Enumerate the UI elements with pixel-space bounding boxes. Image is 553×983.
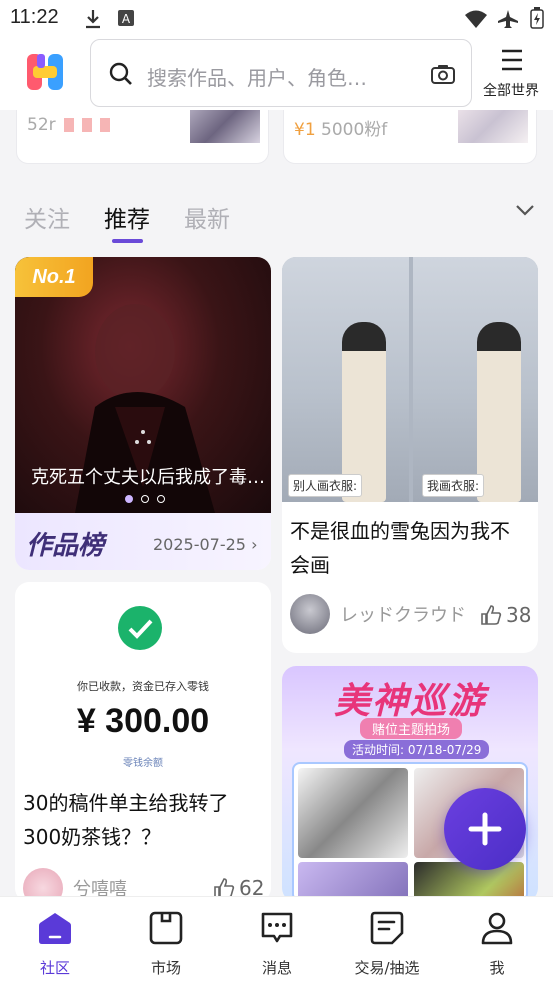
status-bar: 11:22 A [0, 0, 553, 36]
camera-icon[interactable] [431, 64, 455, 84]
ranking-footer[interactable]: 作品榜 2025-07-25 › [15, 513, 271, 570]
world-menu-button[interactable]: 全部世界 [478, 44, 544, 104]
top-card-thumbnail [190, 110, 260, 143]
chevron-right-icon: › [251, 535, 258, 554]
like-button[interactable]: 38 [480, 603, 531, 627]
nav-trade[interactable]: 交易/抽选 [342, 907, 432, 977]
profile-icon [481, 912, 513, 945]
top-card-meta: 5000粉f [321, 120, 388, 140]
post-title: 不是很血的雪兔因为我不 会画 [290, 519, 510, 577]
rank-badge: No.1 [15, 257, 93, 297]
download-icon [86, 10, 100, 29]
nav-community[interactable]: 社区 [10, 907, 100, 977]
tag-chip [81, 118, 92, 132]
post-author[interactable]: レッドクラウド [290, 594, 466, 634]
receipt-amount: ¥ 300.00 [76, 702, 210, 740]
nav-label: 市场 [150, 959, 181, 977]
status-time: 11:22 [10, 6, 59, 28]
search-bar[interactable]: 搜索作品、用户、角色… [90, 39, 472, 107]
tab-recommend[interactable]: 推荐 [104, 200, 150, 234]
tab-latest[interactable]: 最新 [184, 200, 230, 234]
world-menu-label: 全部世界 [483, 83, 539, 99]
top-card-price: ¥1 [294, 120, 316, 140]
event-subtitle: 赌位主题拍场 [360, 718, 463, 739]
nav-market[interactable]: 市场 [121, 907, 211, 977]
banner-caption: 克死五个丈夫以后我成了毒… [31, 467, 265, 488]
nav-label: 交易/抽选 [354, 959, 420, 977]
feed-tabs: 关注 推荐 最新 [0, 185, 553, 250]
author-name: レッドクラウド [340, 605, 466, 626]
wifi-icon [465, 10, 487, 28]
post-title: 30的稿件单主给我转了 300奶茶钱？？ [23, 791, 229, 849]
tab-follow[interactable]: 关注 [24, 200, 70, 234]
post-image: 别人画衣服: 我画衣服: [282, 257, 538, 502]
image-tag: 我画衣服: [422, 474, 485, 497]
artwork-thumbnail [298, 768, 408, 858]
like-count: 38 [506, 603, 532, 627]
market-icon [149, 911, 183, 945]
ranking-card[interactable]: No.1 克死五个丈夫以后我成了毒… 作品榜 2025-07-25 › [15, 257, 271, 570]
top-card-right[interactable]: ¥1 5000粉f [283, 110, 537, 164]
app-logo[interactable] [27, 54, 63, 90]
receipt-message: 你已收款，资金已存入零钱 [77, 680, 209, 693]
battery-icon [530, 7, 544, 29]
carousel-dot[interactable] [125, 495, 133, 503]
nav-label: 社区 [39, 959, 70, 977]
top-card-meta: 52r [27, 115, 56, 135]
nav-profile[interactable]: 我 [452, 907, 542, 977]
message-icon [261, 912, 293, 943]
ranking-date-text: 2025-07-25 [153, 535, 246, 554]
search-icon [109, 62, 132, 85]
active-tab-indicator [112, 239, 143, 243]
chevron-down-icon[interactable] [515, 203, 535, 217]
tag-chip [63, 118, 74, 132]
avatar [290, 594, 330, 634]
top-card-thumbnail [458, 110, 528, 143]
trade-icon [370, 911, 404, 945]
search-placeholder: 搜索作品、用户、角色… [147, 66, 367, 90]
tag-chip [99, 118, 110, 132]
image-tag: 别人画衣服: [288, 474, 363, 497]
home-icon [39, 913, 71, 944]
event-time: 活动时间: 07/18-07/29 [344, 740, 490, 759]
plus-icon [468, 812, 502, 846]
success-check-icon [118, 606, 162, 650]
bottom-nav: 社区 市场 消息 交易/抽选 我 [0, 896, 553, 983]
app-header: 搜索作品、用户、角色… 全部世界 [0, 36, 553, 110]
ranking-date: 2025-07-25 › [153, 535, 257, 554]
nav-label: 消息 [261, 959, 292, 977]
carousel-dot[interactable] [141, 495, 149, 503]
notification-app-icon: A [118, 10, 134, 26]
receipt-balance-link: 零钱余额 [123, 758, 163, 769]
post-card[interactable]: 别人画衣服: 我画衣服: 不是很血的雪兔因为我不 会画 レッドクラウド 38 [282, 257, 538, 653]
carousel-dots[interactable] [125, 488, 173, 507]
create-post-button[interactable] [444, 788, 526, 870]
nav-messages[interactable]: 消息 [232, 907, 322, 977]
carousel-dot[interactable] [157, 495, 165, 503]
nav-label: 我 [489, 959, 505, 977]
top-card-strip: 52r ¥1 5000粉f [0, 110, 553, 185]
event-title: 美神巡游 [333, 681, 486, 722]
top-card-left[interactable]: 52r [16, 110, 269, 164]
hamburger-menu-icon [502, 49, 522, 71]
thumbs-up-icon [481, 605, 502, 625]
ranking-title: 作品榜 [26, 531, 105, 561]
post-card[interactable]: 你已收款，资金已存入零钱 ¥ 300.00 零钱余额 30的稿件单主给我转了 3… [15, 582, 271, 902]
airplane-mode-icon [498, 10, 518, 28]
svg-text:A: A [122, 12, 131, 26]
ranking-banner-image[interactable]: No.1 克死五个丈夫以后我成了毒… [15, 257, 271, 513]
